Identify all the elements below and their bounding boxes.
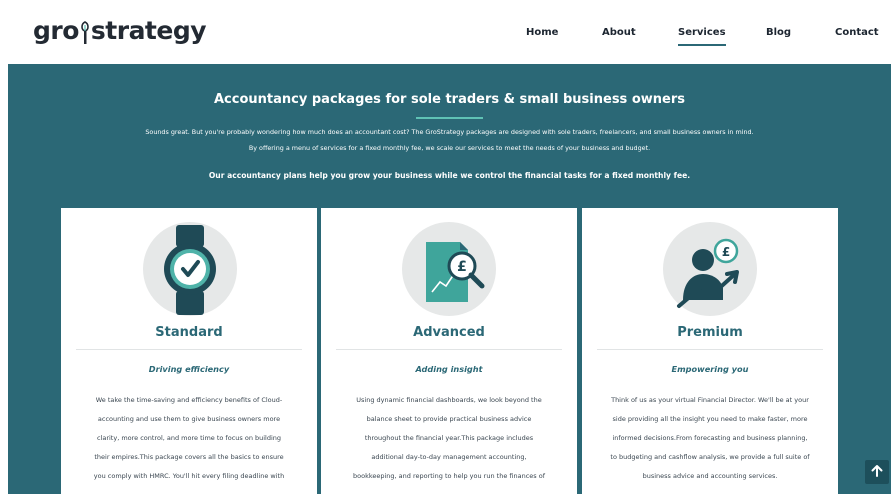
- card-title-premium: Premium: [677, 325, 743, 340]
- intro-line-2: By offering a menu of services for a fix…: [248, 144, 651, 152]
- body-line: throughout the financial year.This packa…: [364, 434, 534, 442]
- body-line: clarity, more control, and more time to …: [96, 434, 282, 442]
- body-line: to budgeting and cashflow analysis, we p…: [610, 453, 810, 461]
- nav-home[interactable]: Home: [526, 27, 558, 38]
- nav-about[interactable]: About: [602, 27, 636, 38]
- arrow-up-icon: [870, 463, 884, 482]
- nav-blog[interactable]: Blog: [766, 27, 791, 38]
- svg-text:£: £: [457, 259, 467, 275]
- card-subtitle-standard: Driving efficiency: [148, 364, 230, 374]
- body-line: balance sheet to provide practical busin…: [366, 415, 532, 423]
- body-line: bookkeeping, and reporting to help you r…: [353, 472, 545, 480]
- card-title-standard: Standard: [155, 325, 223, 340]
- body-line: Using dynamic financial dashboards, we l…: [356, 396, 542, 404]
- body-line: their empires.This package covers all th…: [94, 453, 284, 461]
- main-nav: Home About Services Blog Contact: [0, 27, 891, 47]
- section-title: Accountancy packages for sole traders & …: [214, 92, 685, 107]
- svg-text:£: £: [722, 245, 730, 259]
- card-subtitle-advanced: Adding insight: [415, 364, 483, 374]
- body-line: business advice and accounting services.: [642, 472, 778, 480]
- body-line: Think of us as your virtual Financial Di…: [611, 396, 809, 404]
- package-card-premium: £ Premium Empowering you Think of us as …: [582, 208, 838, 494]
- intro-line-1: Sounds great. But you're probably wonder…: [145, 128, 754, 136]
- person-growth-icon: £: [663, 222, 757, 316]
- intro-strong: Our accountancy plans help you grow your…: [208, 171, 691, 180]
- body-line: additional day-to-day management account…: [371, 453, 527, 461]
- nav-services[interactable]: Services: [678, 27, 726, 46]
- body-line: side providing all the insight you need …: [612, 415, 808, 423]
- report-magnifier-icon: £: [402, 222, 496, 316]
- body-line: informed decisions.From forecasting and …: [612, 434, 808, 442]
- back-to-top-button[interactable]: [865, 460, 889, 484]
- body-line: We take the time-saving and efficiency b…: [95, 396, 283, 404]
- title-underline: [416, 117, 483, 119]
- card-divider: [336, 349, 562, 350]
- card-subtitle-premium: Empowering you: [671, 364, 749, 374]
- watch-check-icon: [143, 222, 237, 316]
- body-line: you comply with HMRC. You'll hit every f…: [93, 472, 285, 480]
- card-divider: [76, 349, 302, 350]
- package-card-advanced: £ Advanced Adding insight Using dynamic …: [321, 208, 577, 494]
- card-body-advanced: Using dynamic financial dashboards, we l…: [335, 391, 563, 486]
- site-header: gro strategy Home About Services Blog Co…: [0, 0, 891, 64]
- card-body-standard: We take the time-saving and efficiency b…: [75, 391, 303, 486]
- card-title-advanced: Advanced: [413, 325, 485, 340]
- card-divider: [597, 349, 823, 350]
- body-line: accounting and use them to give business…: [97, 415, 281, 423]
- card-body-premium: Think of us as your virtual Financial Di…: [596, 391, 824, 486]
- nav-contact[interactable]: Contact: [835, 27, 879, 38]
- package-card-standard: Standard Driving efficiency We take the …: [61, 208, 317, 494]
